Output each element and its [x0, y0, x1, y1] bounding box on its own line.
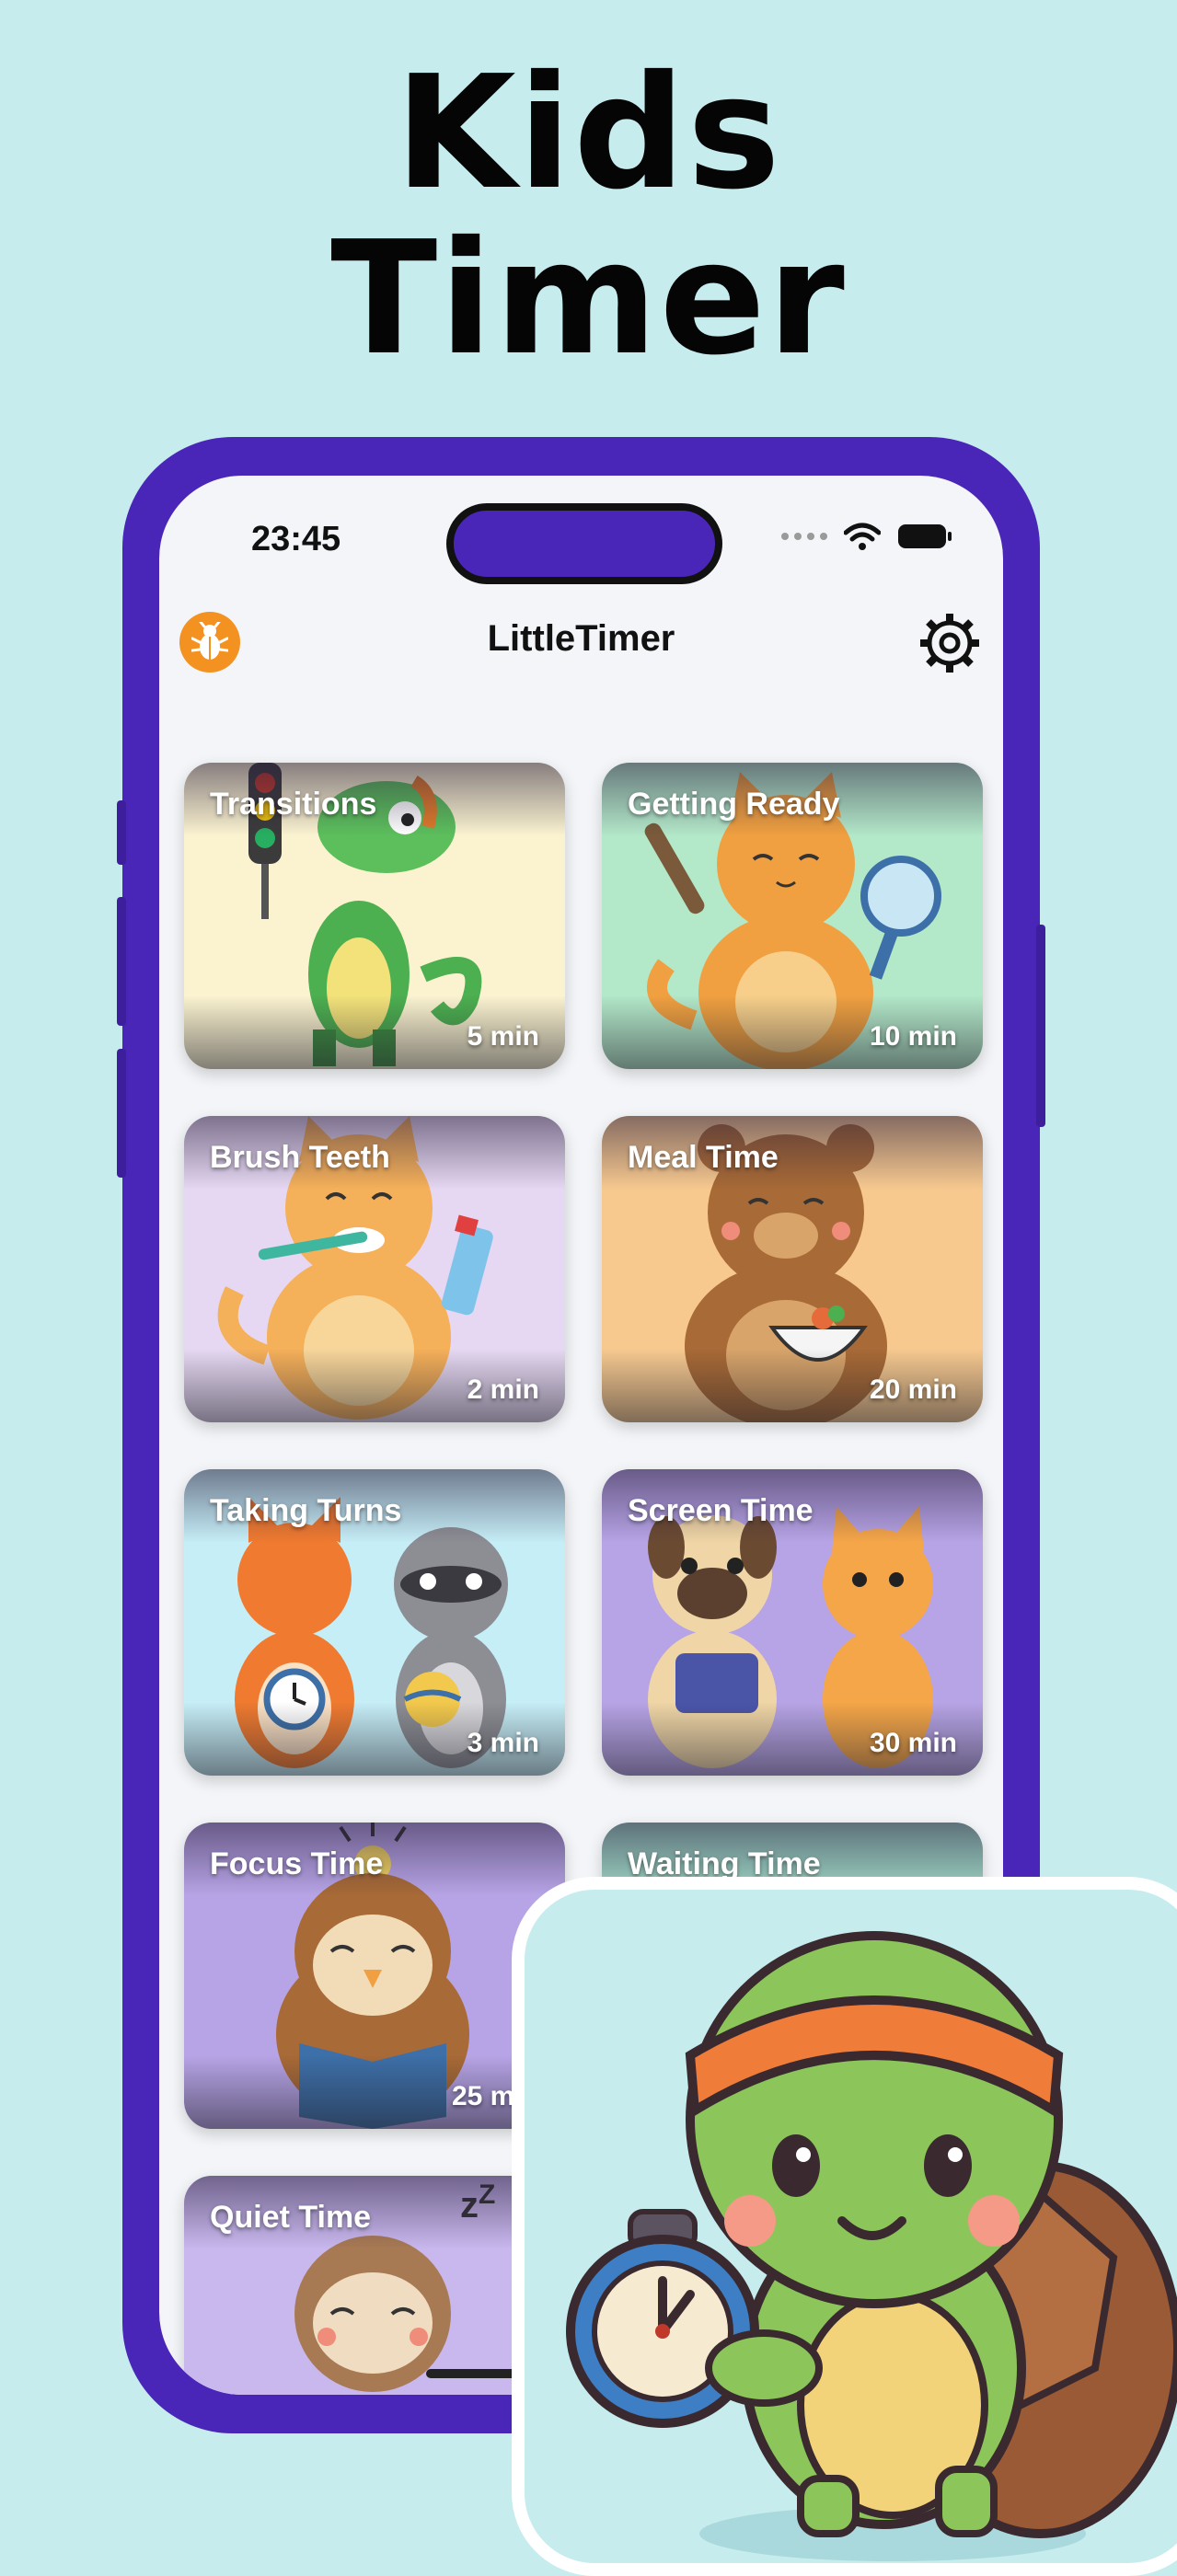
status-time: 23:45: [251, 520, 341, 558]
timer-duration: 5 min: [467, 1021, 539, 1052]
timer-card-screen-time[interactable]: Screen Time 30 min: [602, 1469, 983, 1776]
timer-duration: 3 min: [467, 1728, 539, 1758]
timer-card-brush-teeth[interactable]: Brush Teeth 2 min: [184, 1116, 565, 1422]
timer-label: Focus Time: [210, 1846, 384, 1881]
headline-kids: Kids: [395, 42, 782, 224]
app-title: LittleTimer: [487, 618, 675, 659]
timer-card-quiet-time[interactable]: z Z Quiet Time: [184, 2176, 565, 2395]
wifi-icon: [844, 523, 881, 550]
battery-icon: [898, 524, 952, 548]
timer-label: Quiet Time: [210, 2200, 372, 2235]
timer-card-taking-turns[interactable]: Taking Turns 3 min: [184, 1469, 565, 1776]
dynamic-island: [446, 503, 722, 584]
timer-duration: 30 min: [869, 1728, 957, 1758]
timer-card-getting-ready[interactable]: Getting Ready 10 min: [602, 763, 983, 1069]
turtle-mascot-badge: [512, 1877, 1177, 2576]
timer-card-meal-time[interactable]: Meal Time 20 min: [602, 1116, 983, 1422]
timer-card-transitions[interactable]: Transitions 5 min: [184, 763, 565, 1069]
signal-icon: [781, 533, 827, 540]
settings-gear-icon[interactable]: [917, 610, 983, 676]
timer-duration: 10 min: [869, 1021, 957, 1052]
timer-label: Taking Turns: [210, 1493, 402, 1528]
timer-label: Brush Teeth: [210, 1140, 390, 1175]
status-icons: [781, 522, 952, 551]
turtle-stopwatch-illustration: [566, 1931, 1177, 2561]
timer-label: Getting Ready: [628, 787, 840, 822]
headline-timer: Timer: [330, 208, 847, 390]
timer-label: Transitions: [210, 787, 377, 822]
timer-label: Screen Time: [628, 1493, 814, 1528]
timer-label: Meal Time: [628, 1140, 779, 1175]
timer-duration: 2 min: [467, 1374, 539, 1405]
timer-duration: 20 min: [869, 1374, 957, 1405]
timer-card-focus-time[interactable]: Focus Time 25 min: [184, 1823, 565, 2129]
